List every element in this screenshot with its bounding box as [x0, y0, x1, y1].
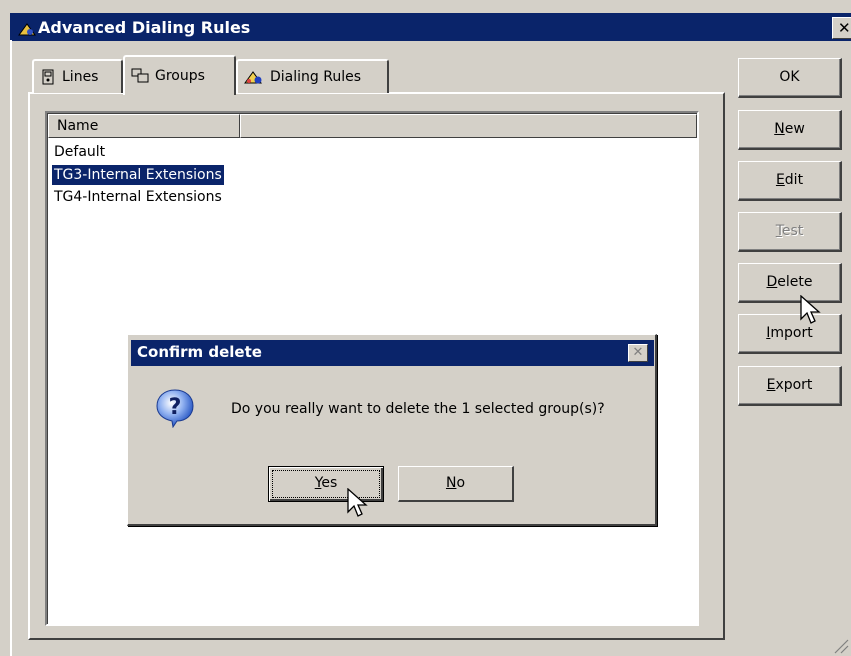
new-label: ew — [784, 121, 805, 137]
dialing-rules-icon — [18, 23, 36, 36]
test-label: est — [781, 223, 804, 239]
tab-dialing-rules-label: Dialing Rules — [270, 69, 362, 85]
mouse-pointer-icon — [800, 295, 821, 324]
new-mnemonic: N — [774, 121, 785, 137]
list-item[interactable]: TG4-Internal Extensions — [52, 187, 224, 207]
export-button[interactable]: Export — [738, 366, 842, 406]
edit-label: dit — [784, 172, 804, 188]
svg-text:?: ? — [169, 395, 182, 420]
question-icon: ? — [156, 389, 194, 428]
window-title: Advanced Dialing Rules — [38, 18, 251, 37]
list-item[interactable]: Default — [52, 142, 107, 162]
test-button[interactable]: Test — [738, 212, 842, 252]
column-header-blank[interactable] — [240, 114, 697, 138]
groups-icon — [131, 68, 149, 83]
resize-grip-icon[interactable] — [829, 634, 849, 654]
tab-groups[interactable]: Groups — [123, 55, 236, 95]
tab-lines[interactable]: Lines — [32, 59, 123, 93]
dialing-rules-icon — [244, 71, 262, 84]
window-frame-left — [10, 40, 12, 656]
dialog-message: Do you really want to delete the 1 selec… — [231, 401, 605, 417]
no-label: o — [456, 475, 466, 491]
no-button[interactable]: No — [398, 466, 514, 502]
dialog-close-button[interactable]: ✕ — [628, 344, 648, 362]
column-header-name[interactable]: Name — [48, 114, 240, 138]
import-button[interactable]: Import — [738, 314, 842, 354]
edit-button[interactable]: Edit — [738, 161, 842, 201]
edit-mnemonic: E — [775, 172, 785, 188]
delete-label: elete — [777, 274, 813, 290]
dialog-title: Confirm delete — [137, 343, 262, 361]
no-mnemonic: N — [445, 475, 457, 491]
ok-button-label: OK — [779, 69, 800, 85]
close-icon: ✕ — [632, 345, 644, 360]
window-close-button[interactable]: ✕ — [832, 17, 851, 39]
ok-button[interactable]: OK — [738, 58, 842, 98]
phone-icon — [42, 69, 54, 85]
new-button[interactable]: New — [738, 110, 842, 150]
delete-button[interactable]: Delete — [738, 263, 842, 303]
list-item-selected[interactable]: TG3-Internal Extensions — [51, 164, 225, 186]
import-label: mport — [770, 325, 813, 341]
tab-lines-label: Lines — [62, 69, 99, 85]
close-icon: ✕ — [838, 19, 851, 37]
mouse-pointer-icon — [347, 488, 368, 517]
export-label: xport — [775, 377, 813, 393]
tab-dialing-rules[interactable]: Dialing Rules — [236, 59, 389, 93]
delete-mnemonic: D — [766, 274, 778, 290]
tab-groups-label: Groups — [155, 68, 205, 84]
